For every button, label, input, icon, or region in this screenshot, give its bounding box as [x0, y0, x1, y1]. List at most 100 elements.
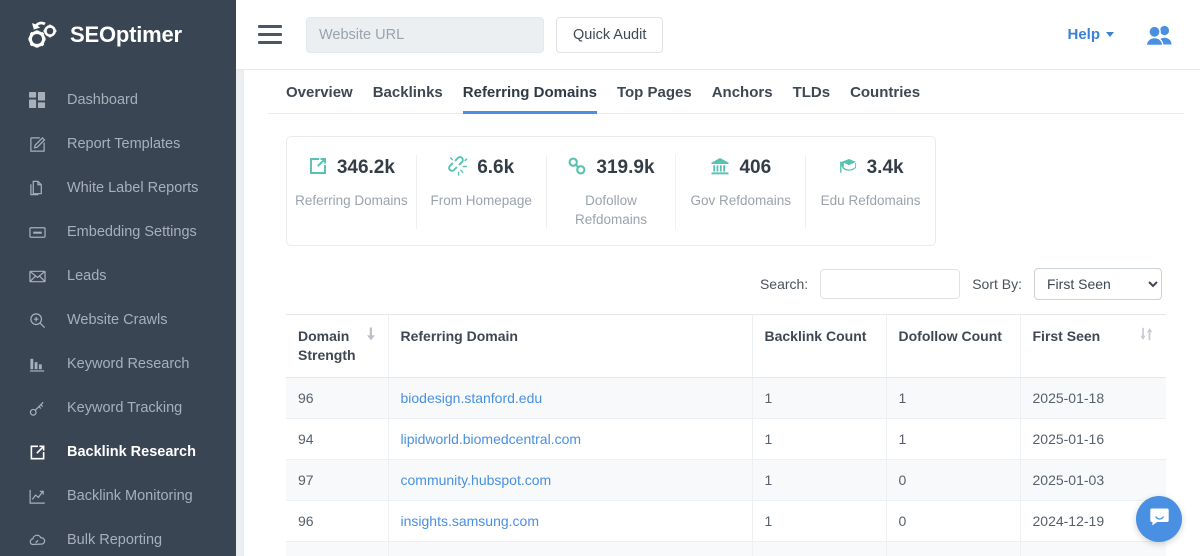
external-link-icon	[28, 443, 47, 462]
tab-overview[interactable]: Overview	[286, 84, 353, 114]
cell-referring-domain: community.hubspot.com	[388, 460, 752, 501]
sidebar-item-report-templates[interactable]: Report Templates	[0, 122, 236, 166]
stats-summary-card: 346.2k Referring Domains	[286, 136, 936, 246]
sidebar-item-website-crawls[interactable]: Website Crawls	[0, 298, 236, 342]
table-row[interactable]: 96 biodesign.stanford.edu 1 1 2025-01-18	[286, 378, 1166, 419]
stat-label: Dofollow Refdomains	[553, 191, 670, 229]
sidebar-item-leads[interactable]: Leads	[0, 254, 236, 298]
cell-dofollow-count: 2	[886, 542, 1020, 556]
sidebar-item-keyword-tracking[interactable]: Keyword Tracking	[0, 386, 236, 430]
arrow-down-icon	[366, 327, 376, 346]
column-header-backlink-count[interactable]: Backlink Count	[752, 315, 886, 378]
column-header-dofollow-count[interactable]: Dofollow Count	[886, 315, 1020, 378]
tab-top-pages[interactable]: Top Pages	[617, 84, 692, 114]
line-chart-icon	[28, 487, 47, 506]
envelope-icon	[28, 267, 47, 286]
domain-link[interactable]: lipidworld.biomedcentral.com	[401, 431, 582, 447]
cell-dofollow-count: 0	[886, 501, 1020, 542]
sidebar-item-backlink-monitoring[interactable]: Backlink Monitoring	[0, 474, 236, 518]
sidebar-item-dashboard[interactable]: Dashboard	[0, 78, 236, 122]
sidebar-item-label: Keyword Tracking	[67, 400, 182, 416]
grid-icon	[28, 91, 47, 110]
tab-referring-domains[interactable]: Referring Domains	[463, 84, 597, 114]
sort-updown-icon	[1140, 327, 1154, 346]
sidebar-item-label: Bulk Reporting	[67, 532, 162, 548]
sidebar-item-label: Dashboard	[67, 92, 138, 108]
sidebar-item-keyword-research[interactable]: Keyword Research	[0, 342, 236, 386]
sort-by-select[interactable]: First Seen	[1034, 268, 1162, 300]
topbar: Quick Audit Help	[236, 0, 1200, 70]
stat-top: 319.9k	[553, 155, 670, 181]
cell-domain-strength: 96	[286, 378, 388, 419]
chat-launcher-button[interactable]	[1136, 496, 1182, 542]
cell-domain-strength: 97	[286, 460, 388, 501]
stat-value: 406	[739, 157, 771, 179]
magnifier-plus-icon	[28, 311, 47, 330]
cell-backlink-count: 1	[752, 419, 886, 460]
stat-top: 346.2k	[293, 155, 410, 181]
column-header-domain-strength[interactable]: Domain Strength	[286, 315, 388, 378]
embed-box-icon	[28, 223, 47, 242]
table-row[interactable]: 97 heal.nih.gov 2 2 2024-12-13	[286, 542, 1166, 556]
documents-icon	[28, 179, 47, 198]
cell-backlink-count: 2	[752, 542, 886, 556]
cell-backlink-count: 1	[752, 378, 886, 419]
sort-by-label: Sort By:	[972, 276, 1022, 292]
app-window: SEOptimer Dashboard	[0, 0, 1200, 556]
quick-audit-button[interactable]: Quick Audit	[556, 17, 663, 53]
sidebar-item-label: Report Templates	[67, 136, 180, 152]
column-header-first-seen[interactable]: First Seen	[1020, 315, 1166, 378]
tab-backlinks[interactable]: Backlinks	[373, 84, 443, 114]
hamburger-icon[interactable]	[258, 22, 284, 48]
sidebar-item-white-label-reports[interactable]: White Label Reports	[0, 166, 236, 210]
website-url-input[interactable]	[306, 17, 544, 53]
stat-value: 319.9k	[596, 157, 654, 179]
cell-first-seen: 2024-12-13	[1020, 542, 1166, 556]
brand[interactable]: SEOptimer	[0, 0, 236, 70]
sidebar-item-label: Leads	[67, 268, 107, 284]
pencil-square-icon	[28, 135, 47, 154]
stat-top: 6.6k	[423, 155, 540, 181]
sidebar-item-bulk-reporting[interactable]: Bulk Reporting	[0, 518, 236, 556]
help-menu[interactable]: Help	[1067, 26, 1114, 43]
sidebar-item-backlink-research[interactable]: Backlink Research	[0, 430, 236, 474]
cell-backlink-count: 1	[752, 501, 886, 542]
seoptimer-gear-logo-icon	[26, 18, 60, 52]
bank-icon	[710, 156, 730, 181]
tab-countries[interactable]: Countries	[850, 84, 920, 114]
tab-tlds[interactable]: TLDs	[793, 84, 831, 114]
table-header-row: Domain Strength	[286, 315, 1166, 378]
stat-edu-refdomains: 3.4k Edu Refdomains	[806, 155, 935, 229]
search-input[interactable]	[820, 269, 960, 299]
external-link-icon	[308, 156, 328, 181]
content-panel: Overview Backlinks Referring Domains Top…	[244, 70, 1200, 556]
table-row[interactable]: 96 insights.samsung.com 1 0 2024-12-19	[286, 501, 1166, 542]
sidebar-item-embedding-settings[interactable]: Embedding Settings	[0, 210, 236, 254]
cell-referring-domain: biodesign.stanford.edu	[388, 378, 752, 419]
sidebar-item-label: Website Crawls	[67, 312, 167, 328]
cell-referring-domain: heal.nih.gov	[388, 542, 752, 556]
sidebar-item-label: White Label Reports	[67, 180, 198, 196]
stat-value: 3.4k	[867, 157, 904, 179]
tab-anchors[interactable]: Anchors	[712, 84, 773, 114]
brand-name: SEOptimer	[70, 22, 182, 48]
cell-backlink-count: 1	[752, 460, 886, 501]
column-header-referring-domain[interactable]: Referring Domain	[388, 315, 752, 378]
cloud-gauge-icon	[28, 531, 47, 550]
main-region: Quick Audit Help Overview Backlinks	[236, 0, 1200, 556]
chat-bubble-icon	[1148, 505, 1171, 533]
stat-label: Referring Domains	[293, 191, 410, 210]
table-row[interactable]: 94 lipidworld.biomedcentral.com 1 1 2025…	[286, 419, 1166, 460]
sidebar-nav: Dashboard Report Templates	[0, 70, 236, 556]
sidebar-item-label: Backlink Research	[67, 444, 196, 460]
sidebar-item-label: Backlink Monitoring	[67, 488, 193, 504]
stat-top: 3.4k	[812, 155, 929, 181]
referring-domains-panel: 346.2k Referring Domains	[244, 114, 1200, 556]
cell-dofollow-count: 0	[886, 460, 1020, 501]
table-row[interactable]: 97 community.hubspot.com 1 0 2025-01-03	[286, 460, 1166, 501]
cell-domain-strength: 94	[286, 419, 388, 460]
domain-link[interactable]: insights.samsung.com	[401, 513, 540, 529]
users-icon[interactable]	[1144, 23, 1174, 47]
domain-link[interactable]: community.hubspot.com	[401, 472, 552, 488]
domain-link[interactable]: biodesign.stanford.edu	[401, 390, 543, 406]
